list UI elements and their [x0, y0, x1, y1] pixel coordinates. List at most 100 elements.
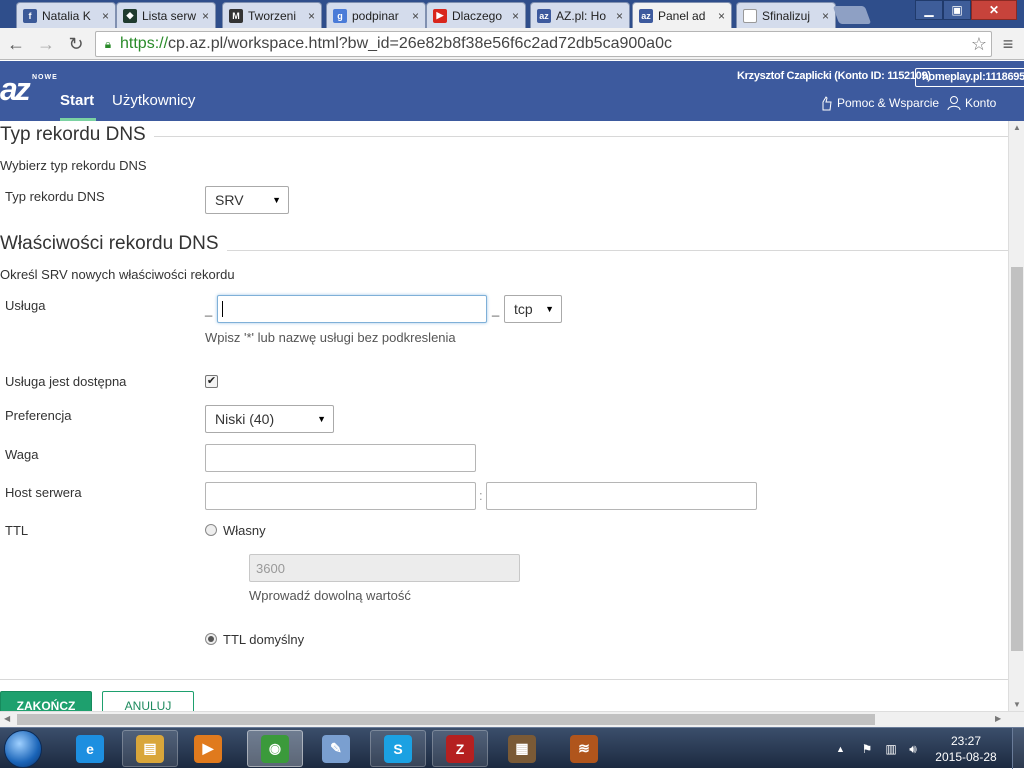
taskbar-app[interactable]: ▤	[122, 730, 178, 767]
user-icon	[947, 96, 961, 111]
taskbar-app[interactable]: ◉	[247, 730, 303, 767]
media-player-icon: ▶	[194, 734, 222, 763]
browser-toolbar: ← → ↻ 🔒︎ https://cp.az.pl/workspace.html…	[0, 28, 1024, 60]
taskbar-app[interactable]: ▦	[494, 730, 550, 767]
close-tab-icon[interactable]: ×	[616, 9, 623, 23]
main-content: Typ rekordu DNS Wybierz typ rekordu DNS …	[0, 121, 1008, 711]
taskbar-app[interactable]: ✎	[308, 730, 364, 767]
az-logo[interactable]: NOWE az	[0, 69, 62, 105]
minecraft-icon: ▦	[508, 734, 536, 763]
horizontal-scrollbar[interactable]: ◀ ▶	[0, 711, 1024, 727]
vertical-scrollbar[interactable]: ▲ ▼	[1008, 121, 1024, 711]
cancel-button[interactable]: ANULUJ	[102, 691, 194, 711]
text-cursor	[222, 301, 223, 317]
mpc-icon: M	[229, 8, 243, 23]
service-available-checkbox[interactable]: ✔	[205, 375, 218, 388]
nav-users[interactable]: Użytkownicy	[112, 92, 195, 109]
help-link[interactable]: Pomoc & Wsparcie	[819, 95, 939, 111]
ttl-custom-label: Własny	[223, 523, 266, 538]
filezilla-icon: Z	[446, 734, 474, 763]
show-desktop-button[interactable]	[1012, 728, 1024, 769]
ttl-custom-radio[interactable]	[205, 524, 217, 536]
protocol-select[interactable]: tcp ▼	[504, 295, 562, 323]
account-link[interactable]: Konto	[947, 95, 996, 111]
close-tab-icon[interactable]: ×	[102, 9, 109, 23]
vertical-scroll-thumb[interactable]	[1011, 267, 1023, 651]
close-tab-icon[interactable]: ×	[412, 9, 419, 23]
preference-select[interactable]: Niski (40) ▼	[205, 405, 334, 433]
close-tab-icon[interactable]: ×	[202, 9, 209, 23]
close-tab-icon[interactable]: ×	[718, 9, 725, 23]
ttl-custom-input[interactable]: 3600	[249, 554, 520, 582]
clock[interactable]: 23:27 2015-08-28	[932, 733, 1000, 765]
ttl-label: TTL	[5, 523, 29, 538]
help-icon	[822, 96, 832, 111]
maximize-button[interactable]: ▣	[943, 0, 971, 20]
browser-tab[interactable]: ◆ Lista serw ×	[116, 2, 216, 28]
volume-icon[interactable]: 🔊︎	[906, 742, 920, 756]
service-available-label: Usługa jest dostępna	[5, 374, 127, 389]
server-host-input[interactable]	[205, 482, 476, 510]
nav-start[interactable]: Start	[60, 92, 94, 109]
browser-tab[interactable]: f Natalia K ×	[16, 2, 116, 28]
finish-button[interactable]: ZAKOŃCZ	[0, 691, 92, 711]
chrome-icon: ◉	[261, 734, 289, 763]
taskbar-app[interactable]: Z	[432, 730, 488, 767]
section-title-properties: Właściwości rekordu DNS	[0, 233, 227, 255]
server-port-input[interactable]	[486, 482, 757, 510]
tab-label: Sfinalizuj	[762, 8, 811, 23]
new-tab-button[interactable]	[832, 6, 872, 24]
ttl-default-label: TTL domyślny	[223, 632, 305, 647]
taskbar-app[interactable]: ≋	[556, 730, 612, 767]
horizontal-scroll-thumb[interactable]	[17, 714, 875, 725]
tab-label: AZ.pl: Ho	[556, 8, 607, 23]
form-footer-divider	[0, 679, 1008, 680]
taskbar-app[interactable]: S	[370, 730, 426, 767]
reload-icon: ↻	[68, 33, 84, 54]
record-type-select[interactable]: SRV ▼	[205, 186, 289, 214]
weight-input[interactable]	[205, 444, 476, 472]
scroll-left-icon[interactable]: ◀	[4, 714, 10, 723]
scroll-up-icon[interactable]: ▲	[1013, 123, 1021, 132]
close-tab-icon[interactable]: ×	[512, 9, 519, 23]
browser-tab[interactable]: az Panel ad ×	[632, 2, 732, 28]
address-bar[interactable]: 🔒︎ https://cp.az.pl/workspace.html?bw_id…	[95, 31, 992, 57]
facebook-icon: f	[23, 8, 37, 23]
browser-tab[interactable]: az AZ.pl: Ho ×	[530, 2, 630, 28]
tab-label: podpinar	[352, 8, 399, 23]
browser-tab[interactable]: Sfinalizuj ×	[736, 2, 836, 28]
taskbar-app[interactable]: e	[62, 730, 118, 767]
scroll-right-icon[interactable]: ▶	[995, 714, 1001, 723]
close-tab-icon[interactable]: ×	[308, 9, 315, 23]
start-button[interactable]	[4, 730, 42, 768]
paint-icon: ✎	[322, 734, 350, 763]
service-hint: Wpisz '*' lub nazwę usługi bez podkresle…	[205, 330, 456, 345]
forward-button[interactable]: →	[34, 32, 58, 56]
flag-icon[interactable]: ⚑	[860, 742, 874, 756]
browser-tab[interactable]: M Tworzeni ×	[222, 2, 322, 28]
close-tab-icon[interactable]: ×	[822, 9, 829, 23]
az-icon: az	[639, 8, 653, 23]
browser-tab[interactable]: g podpinar ×	[326, 2, 426, 28]
browser-tab[interactable]: ▶ Dlaczego ×	[426, 2, 526, 28]
google-icon: g	[333, 8, 347, 23]
network-icon[interactable]: ▥	[884, 742, 898, 756]
youtube-icon: ▶	[433, 8, 447, 23]
service-prefix: _	[205, 302, 213, 317]
back-button[interactable]: ←	[4, 32, 28, 56]
domain-selector[interactable]: homeplay.pl:1118695	[915, 68, 1024, 87]
service-input[interactable]	[217, 295, 487, 323]
bookmark-star-icon[interactable]: ☆	[971, 34, 987, 55]
minimize-button[interactable]: ▁	[915, 0, 943, 20]
windows-taskbar: e ▤ ▶ ◉ ✎ S Z ▦ ≋ ▲ ⚑ ▥ 🔊︎ 23:27 2015-08-28	[0, 727, 1024, 769]
service-label: Usługa	[5, 298, 46, 313]
taskbar-app[interactable]: ▶	[180, 730, 236, 767]
tab-label: Panel ad	[658, 8, 706, 23]
scroll-down-icon[interactable]: ▼	[1013, 700, 1021, 709]
ttl-default-radio[interactable]	[205, 633, 217, 645]
browser-menu-button[interactable]: ≡	[998, 34, 1018, 54]
tray-expand-icon[interactable]: ▲	[836, 744, 845, 754]
explorer-icon: ▤	[136, 734, 164, 763]
close-window-button[interactable]: ✕	[971, 0, 1017, 20]
reload-button[interactable]: ↻	[64, 32, 88, 56]
